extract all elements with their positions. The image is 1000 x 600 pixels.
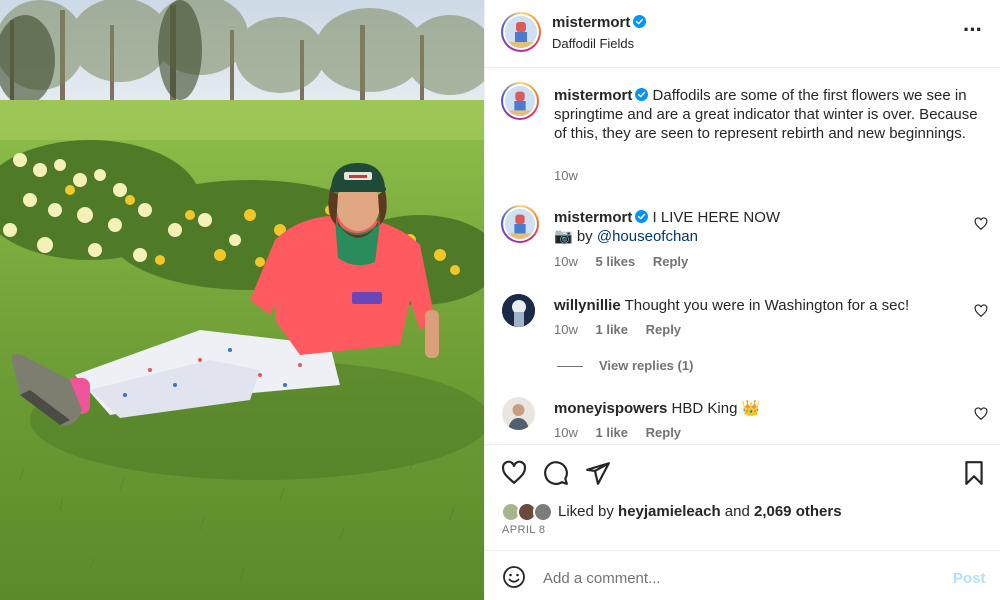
comment-username[interactable]: willynillie: [554, 297, 621, 314]
post-location[interactable]: Daffodil Fields: [552, 36, 634, 51]
post-date[interactable]: APRIL 8: [502, 524, 545, 536]
share-paper-plane-icon[interactable]: [585, 460, 611, 486]
liked-by-others[interactable]: 2,069 others: [754, 503, 842, 520]
comment-likes[interactable]: 1 like: [595, 425, 628, 440]
comment-avatar[interactable]: [502, 294, 535, 327]
comment-avatar[interactable]: [501, 205, 539, 243]
caption-time[interactable]: 10w: [554, 168, 578, 183]
view-replies-label[interactable]: View replies (1): [599, 358, 693, 373]
reply-button[interactable]: Reply: [646, 322, 681, 337]
comment-time[interactable]: 10w: [554, 254, 578, 269]
comment-meta: 10w 5 likes Reply: [554, 254, 702, 269]
like-heart-icon[interactable]: [501, 460, 527, 486]
comment-meta: 10w 1 like Reply: [554, 322, 695, 337]
comment-body-line-2-prefix: 📷 by: [554, 228, 597, 245]
post-photo[interactable]: [0, 0, 484, 600]
author-avatar[interactable]: [501, 12, 541, 52]
liked-by-user[interactable]: heyjamieleach: [618, 503, 721, 520]
caption-avatar-image: [505, 86, 535, 116]
mention-link[interactable]: @houseofchan: [597, 228, 698, 245]
post-photo-illustration: [0, 0, 484, 600]
author-avatar-image: [505, 16, 537, 48]
comment-time[interactable]: 10w: [554, 425, 578, 440]
comment-text: mistermort I LIVE HERE NOW 📷 by @houseof…: [554, 208, 979, 246]
comment-avatar[interactable]: [502, 397, 535, 430]
comment-text: moneyispowers HBD King 👑: [554, 399, 979, 418]
comment-like-heart-icon[interactable]: [974, 407, 988, 421]
author-username[interactable]: mistermort: [552, 14, 647, 31]
comment-body: Thought you were in Washington for a sec…: [624, 297, 910, 314]
verified-badge-icon: [633, 15, 647, 28]
post-side-panel: mistermort Daffodil Fields ··· mistermor…: [484, 0, 1000, 600]
comment-time[interactable]: 10w: [554, 322, 578, 337]
reply-button[interactable]: Reply: [653, 254, 688, 269]
caption-avatar[interactable]: [501, 82, 539, 120]
reply-button[interactable]: Reply: [646, 425, 681, 440]
emoji-smiley-icon[interactable]: [502, 565, 526, 589]
caption-text: mistermort Daffodils are some of the fir…: [554, 86, 979, 143]
liked-by-middle: and: [724, 503, 750, 520]
comment-text: willynillie Thought you were in Washingt…: [554, 296, 979, 315]
comment-like-heart-icon[interactable]: [974, 304, 988, 318]
save-bookmark-icon[interactable]: [961, 460, 987, 486]
post-actions: Liked by heyjamieleach and 2,069 others …: [485, 446, 1000, 550]
comment-username[interactable]: mistermort: [554, 209, 632, 226]
verified-badge-icon: [635, 88, 649, 101]
comment-likes[interactable]: 5 likes: [595, 254, 635, 269]
comment-avatar-image: [502, 294, 535, 327]
comment-like-heart-icon[interactable]: [974, 217, 988, 231]
view-replies-button[interactable]: View replies (1): [557, 358, 693, 373]
post-comment-button[interactable]: Post: [953, 570, 986, 587]
post-header: mistermort Daffodil Fields ···: [485, 0, 1000, 68]
add-comment-input[interactable]: Add a comment...: [543, 570, 661, 587]
view-replies-divider: [557, 366, 583, 368]
caption-meta: 10w: [554, 168, 592, 183]
comment-meta: 10w 1 like Reply: [554, 425, 695, 440]
comments-section: mistermort Daffodils are some of the fir…: [485, 69, 1000, 445]
liker-avatar[interactable]: [533, 502, 553, 522]
comment-username[interactable]: moneyispowers: [554, 400, 667, 417]
caption-username[interactable]: mistermort: [554, 87, 632, 104]
verified-badge-icon: [635, 210, 649, 223]
comment-body: HBD King 👑: [671, 400, 761, 417]
comment-avatar-image: [505, 209, 535, 239]
likes-summary: Liked by heyjamieleach and 2,069 others: [558, 503, 842, 520]
liked-by-prefix: Liked by: [558, 503, 614, 520]
comment-avatar-image: [502, 397, 535, 430]
comment-likes[interactable]: 1 like: [595, 322, 628, 337]
add-comment-bar: Add a comment... Post: [485, 550, 1000, 600]
comment-bubble-icon[interactable]: [543, 460, 569, 486]
more-options-icon[interactable]: ···: [963, 19, 983, 41]
comment-body-line-1: I LIVE HERE NOW: [652, 209, 781, 226]
author-username-text[interactable]: mistermort: [552, 14, 630, 31]
